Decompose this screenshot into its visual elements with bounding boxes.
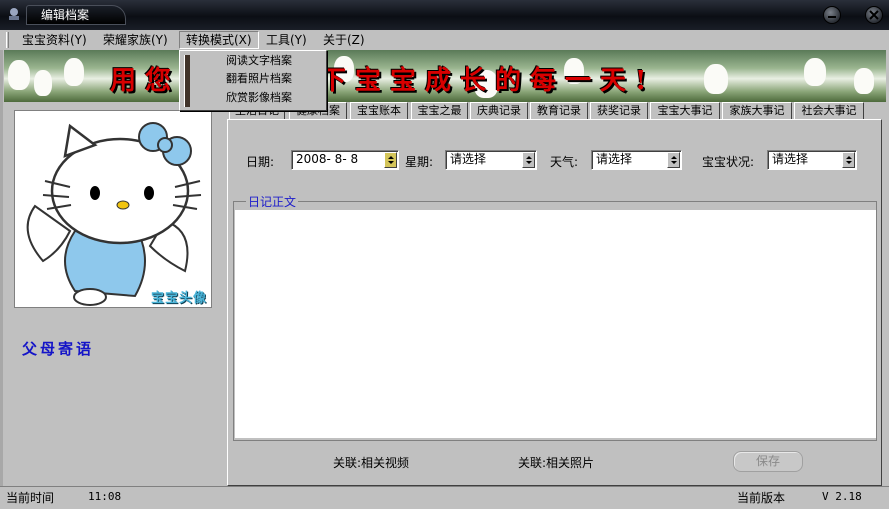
banner-flower (8, 60, 30, 90)
current-version-value: V 2.18 (822, 490, 862, 503)
date-value: 2008- 8- 8 (296, 152, 359, 166)
menubar-grip (6, 32, 9, 48)
window-edge (0, 50, 3, 486)
link-related-video[interactable]: 关联:相关视频 (333, 454, 409, 471)
link-related-photo[interactable]: 关联:相关照片 (518, 454, 594, 471)
tab-family-events[interactable]: 家族大事记 (722, 102, 792, 120)
weather-value: 请选择 (596, 152, 633, 166)
date-dropdown-button[interactable] (384, 152, 397, 168)
app-icon (6, 6, 22, 22)
diary-text-area[interactable] (235, 210, 876, 438)
spinner-icon (526, 156, 532, 164)
spinner-icon (846, 156, 852, 164)
spinner-icon (671, 156, 677, 164)
spinner-icon (388, 156, 394, 164)
parents-note-heading: 父母寄语 (22, 340, 95, 358)
tab-baby-firsts[interactable]: 宝宝之最 (411, 102, 468, 120)
title-bar: 编辑档案 (0, 0, 889, 30)
tab-social-events[interactable]: 社会大事记 (794, 102, 864, 120)
menu-switch-mode[interactable]: 转换模式(X) (179, 31, 259, 49)
close-icon (869, 10, 879, 20)
banner-flower (804, 58, 826, 86)
menu-option-read-text[interactable]: 阅读文字档案 (226, 53, 292, 69)
date-label: 日期: (246, 155, 275, 169)
tab-awards[interactable]: 获奖记录 (590, 102, 648, 120)
close-button[interactable] (865, 6, 883, 24)
status-bar: 当前时间 11:08 当前版本 V 2.18 (0, 486, 889, 509)
menu-tools[interactable]: 工具(Y) (260, 31, 313, 49)
tab-baby-ledger[interactable]: 宝宝账本 (350, 102, 408, 120)
weekday-label: 星期: (405, 155, 434, 169)
current-version-label: 当前版本 (737, 491, 786, 505)
current-time-value: 11:08 (88, 490, 122, 503)
tab-celebrations[interactable]: 庆典记录 (470, 102, 528, 120)
tab-education[interactable]: 教育记录 (530, 102, 588, 120)
avatar-label: 宝宝头像 (151, 291, 208, 306)
weather-dropdown-button[interactable] (667, 152, 680, 168)
diary-legend: 日记正文 (246, 193, 299, 210)
tab-baby-events[interactable]: 宝宝大事记 (650, 102, 720, 120)
window-title: 编辑档案 (26, 5, 127, 25)
banner-flower (64, 58, 84, 86)
weekday-select[interactable]: 请选择 (445, 150, 537, 170)
baby-avatar[interactable]: 宝宝头像 (14, 110, 212, 308)
baby-status-dropdown-button[interactable] (842, 152, 855, 168)
baby-status-select[interactable]: 请选择 (767, 150, 857, 170)
save-button[interactable]: 保存 (733, 451, 803, 472)
banner-flower (34, 70, 52, 96)
baby-status-label: 宝宝状况: (702, 155, 755, 169)
banner: 用您的爱记录下宝宝成长的每一天! (4, 50, 886, 102)
menu-about[interactable]: 关于(Z) (317, 31, 371, 49)
minimize-icon (828, 16, 836, 18)
date-picker[interactable]: 2008- 8- 8 (291, 150, 399, 170)
menu-option-watch-video[interactable]: 欣赏影像档案 (226, 90, 292, 106)
menu-baby-info[interactable]: 宝宝资料(Y) (16, 31, 93, 49)
hello-kitty-image (26, 122, 202, 306)
current-time-label: 当前时间 (6, 491, 55, 505)
weather-select[interactable]: 请选择 (591, 150, 682, 170)
weekday-dropdown-button[interactable] (522, 152, 535, 168)
weekday-value: 请选择 (450, 152, 487, 166)
baby-status-value: 请选择 (772, 152, 809, 166)
minimize-button[interactable] (823, 6, 841, 24)
switch-mode-dropdown: 阅读文字档案 翻看照片档案 欣赏影像档案 (179, 50, 327, 111)
banner-flower (704, 64, 728, 94)
menu-option-view-photos[interactable]: 翻看照片档案 (226, 71, 292, 87)
weather-label: 天气: (550, 155, 579, 169)
menu-family-honor[interactable]: 荣耀家族(Y) (97, 31, 174, 49)
menu-bar: 宝宝资料(Y) 荣耀家族(Y) 转换模式(X) 工具(Y) 关于(Z) (0, 30, 889, 50)
dropdown-sidebar (184, 55, 190, 107)
banner-flower (854, 68, 874, 94)
